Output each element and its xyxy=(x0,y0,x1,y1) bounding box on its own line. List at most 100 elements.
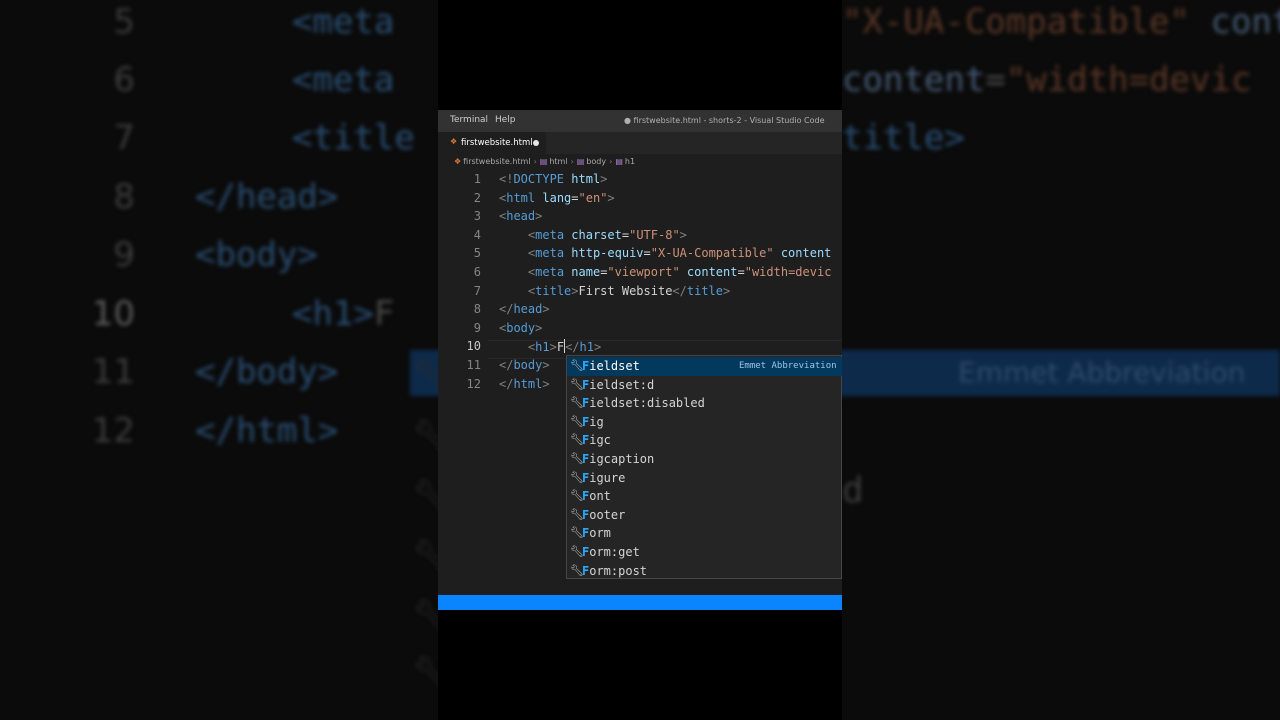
suggestion-widget: 🔧︎ Fieldset Emmet Abbreviation 🔧︎ Fieldset:d… xyxy=(566,355,842,579)
suggestion-item[interactable]: 🔧︎ Footer xyxy=(567,506,842,525)
code-line: <meta charset="UTF-8"> xyxy=(527,227,687,242)
window-title: ● firstwebsite.html - shorts-2 - Visual … xyxy=(624,116,825,125)
code-line: <head> xyxy=(499,209,543,224)
code-line: <meta name="viewport" content="width=dev… xyxy=(527,265,832,279)
element-icon: ▤ xyxy=(539,157,548,166)
line-number: 6 xyxy=(473,265,481,279)
line-number: 4 xyxy=(473,227,481,242)
bg-line-number: 8 xyxy=(113,177,135,217)
bg-line-number: 10 xyxy=(91,294,135,334)
suggestion-label: Figc xyxy=(582,433,611,448)
html-file-icon: ❖ xyxy=(454,157,462,166)
suggestion-label: Font xyxy=(582,489,611,504)
bg-code-line: <meta xyxy=(292,60,395,100)
suggestion-item[interactable]: 🔧︎ Fieldset Emmet Abbreviation xyxy=(567,357,842,376)
bg-line-number: 12 xyxy=(91,411,135,451)
line-number: 9 xyxy=(473,320,481,335)
breadcrumb: ❖ firstwebsite.html › ▤ html › ▤ body › ▤ h1 xyxy=(454,157,635,166)
bg-line-number: 7 xyxy=(113,118,135,158)
chevron-right-icon: › xyxy=(609,157,613,166)
suggestion-item[interactable]: 🔧︎ Form xyxy=(567,524,842,543)
suggestion-item[interactable]: 🔧︎ Font xyxy=(567,487,842,506)
menu-terminal[interactable]: Terminal xyxy=(450,115,488,125)
vscode-window: Terminal Help ● firstwebsite.html - shor… xyxy=(438,110,842,610)
suggestion-label: Fig xyxy=(582,414,604,429)
bg-line-number: 6 xyxy=(113,60,135,100)
suggestion-item[interactable]: 🔧︎ Fieldset:d xyxy=(567,376,842,395)
suggestion-item[interactable]: 🔧︎ Form:get xyxy=(567,543,842,562)
bg-wrench-icon: 🔧︎ xyxy=(412,357,438,392)
bg-line-number: 5 xyxy=(113,2,135,42)
suggestion-label: Fieldset xyxy=(582,359,640,373)
tab-bar: ❖ firstwebsite.html xyxy=(438,132,842,154)
bg-wrench-icon: 🔧︎ xyxy=(412,598,438,633)
breadcrumb-file[interactable]: firstwebsite.html xyxy=(463,157,530,166)
suggestion-item[interactable]: 🔧︎ Figc xyxy=(567,431,842,450)
background-blur-right: "X-UA-Compatible" content content="width… xyxy=(842,0,1280,720)
element-icon: ▤ xyxy=(615,157,623,166)
bg-code-line: title> xyxy=(842,118,965,158)
suggestion-label: Footer xyxy=(582,507,626,522)
bg-code-fragment: d xyxy=(842,470,864,511)
chevron-right-icon: › xyxy=(570,157,574,166)
code-line: </body> xyxy=(499,358,550,372)
breadcrumb-body[interactable]: body xyxy=(586,157,606,166)
suggestion-label: Form:get xyxy=(582,545,640,559)
bg-line-number: 11 xyxy=(91,352,135,392)
line-number: 1 xyxy=(473,172,481,186)
breadcrumb-h1[interactable]: h1 xyxy=(625,157,635,166)
menu-help[interactable]: Help xyxy=(495,115,516,125)
code-line: <body> xyxy=(499,320,543,335)
line-number: 3 xyxy=(473,209,481,224)
bg-code-line: </body> xyxy=(195,352,339,392)
code-line: <meta http-equiv="X-UA-Compatible" conte… xyxy=(527,246,832,261)
code-line: <!DOCTYPE html> xyxy=(499,172,608,186)
bg-wrench-icon: 🔧︎ xyxy=(412,655,438,690)
bg-code-line: <meta xyxy=(292,2,395,42)
suggestion-label: Form xyxy=(582,526,611,541)
suggestion-item[interactable]: 🔧︎ Fig xyxy=(567,413,842,432)
code-line: <title>First Website</title> xyxy=(527,283,731,298)
bg-code-line: </html> xyxy=(195,411,339,451)
line-number: 8 xyxy=(473,302,481,317)
suggestion-item[interactable]: 🔧︎ Form:post xyxy=(567,562,842,581)
suggestion-label: Form:post xyxy=(582,563,648,578)
suggestion-label: Fieldset:d xyxy=(582,377,655,392)
suggestion-detail: Emmet Abbreviation xyxy=(739,361,837,371)
bg-code-line: </head> xyxy=(195,177,339,217)
suggestion-item[interactable]: 🔧︎ Fieldset:disabled xyxy=(567,394,842,413)
code-line: <h1>F</h1> xyxy=(527,339,602,355)
line-number: 12 xyxy=(466,376,481,391)
suggestion-label: Fieldset:disabled xyxy=(582,396,705,411)
code-line: </head> xyxy=(499,302,550,317)
suggestion-item[interactable]: 🔧︎ Figcaption xyxy=(567,450,842,469)
bg-wrench-icon: 🔧︎ xyxy=(412,538,438,573)
bg-code-line: content="width=devic xyxy=(842,60,1252,100)
code-line: </html> xyxy=(499,376,550,391)
bg-wrench-icon: 🔧︎ xyxy=(412,418,438,453)
code-line: <html lang="en"> xyxy=(499,190,615,205)
background-blur-left: 5 6 7 8 9 10 11 12 <meta <meta <title </… xyxy=(0,0,438,720)
bg-code-line: "X-UA-Compatible" content xyxy=(842,2,1280,42)
line-number: 7 xyxy=(473,283,481,298)
html-file-icon: ❖ xyxy=(450,137,458,146)
line-number: 10 xyxy=(466,339,481,354)
line-number: 11 xyxy=(466,358,481,372)
breadcrumb-html[interactable]: html xyxy=(549,157,567,166)
suggestion-label: Figcaption xyxy=(582,452,655,466)
bg-code-line: <h1>F xyxy=(292,294,395,334)
unsaved-dot-icon[interactable] xyxy=(533,140,539,146)
title-bar: Terminal Help ● firstwebsite.html - shor… xyxy=(438,110,842,132)
bg-code-line: <body> xyxy=(195,235,318,275)
bg-wrench-icon: 🔧︎ xyxy=(412,478,438,513)
suggestion-item[interactable]: 🔧︎ Figure xyxy=(567,469,842,488)
bg-emmet-label: Emmet Abbreviation xyxy=(958,356,1246,389)
element-icon: ▤ xyxy=(576,157,585,166)
chevron-right-icon: › xyxy=(533,157,537,166)
status-bar xyxy=(438,595,842,610)
bg-line-number: 9 xyxy=(113,235,135,275)
tab-firstwebsite[interactable]: ❖ firstwebsite.html xyxy=(438,132,546,154)
line-number: 5 xyxy=(473,246,481,261)
suggestion-label: Figure xyxy=(582,470,626,485)
line-number: 2 xyxy=(473,190,481,205)
